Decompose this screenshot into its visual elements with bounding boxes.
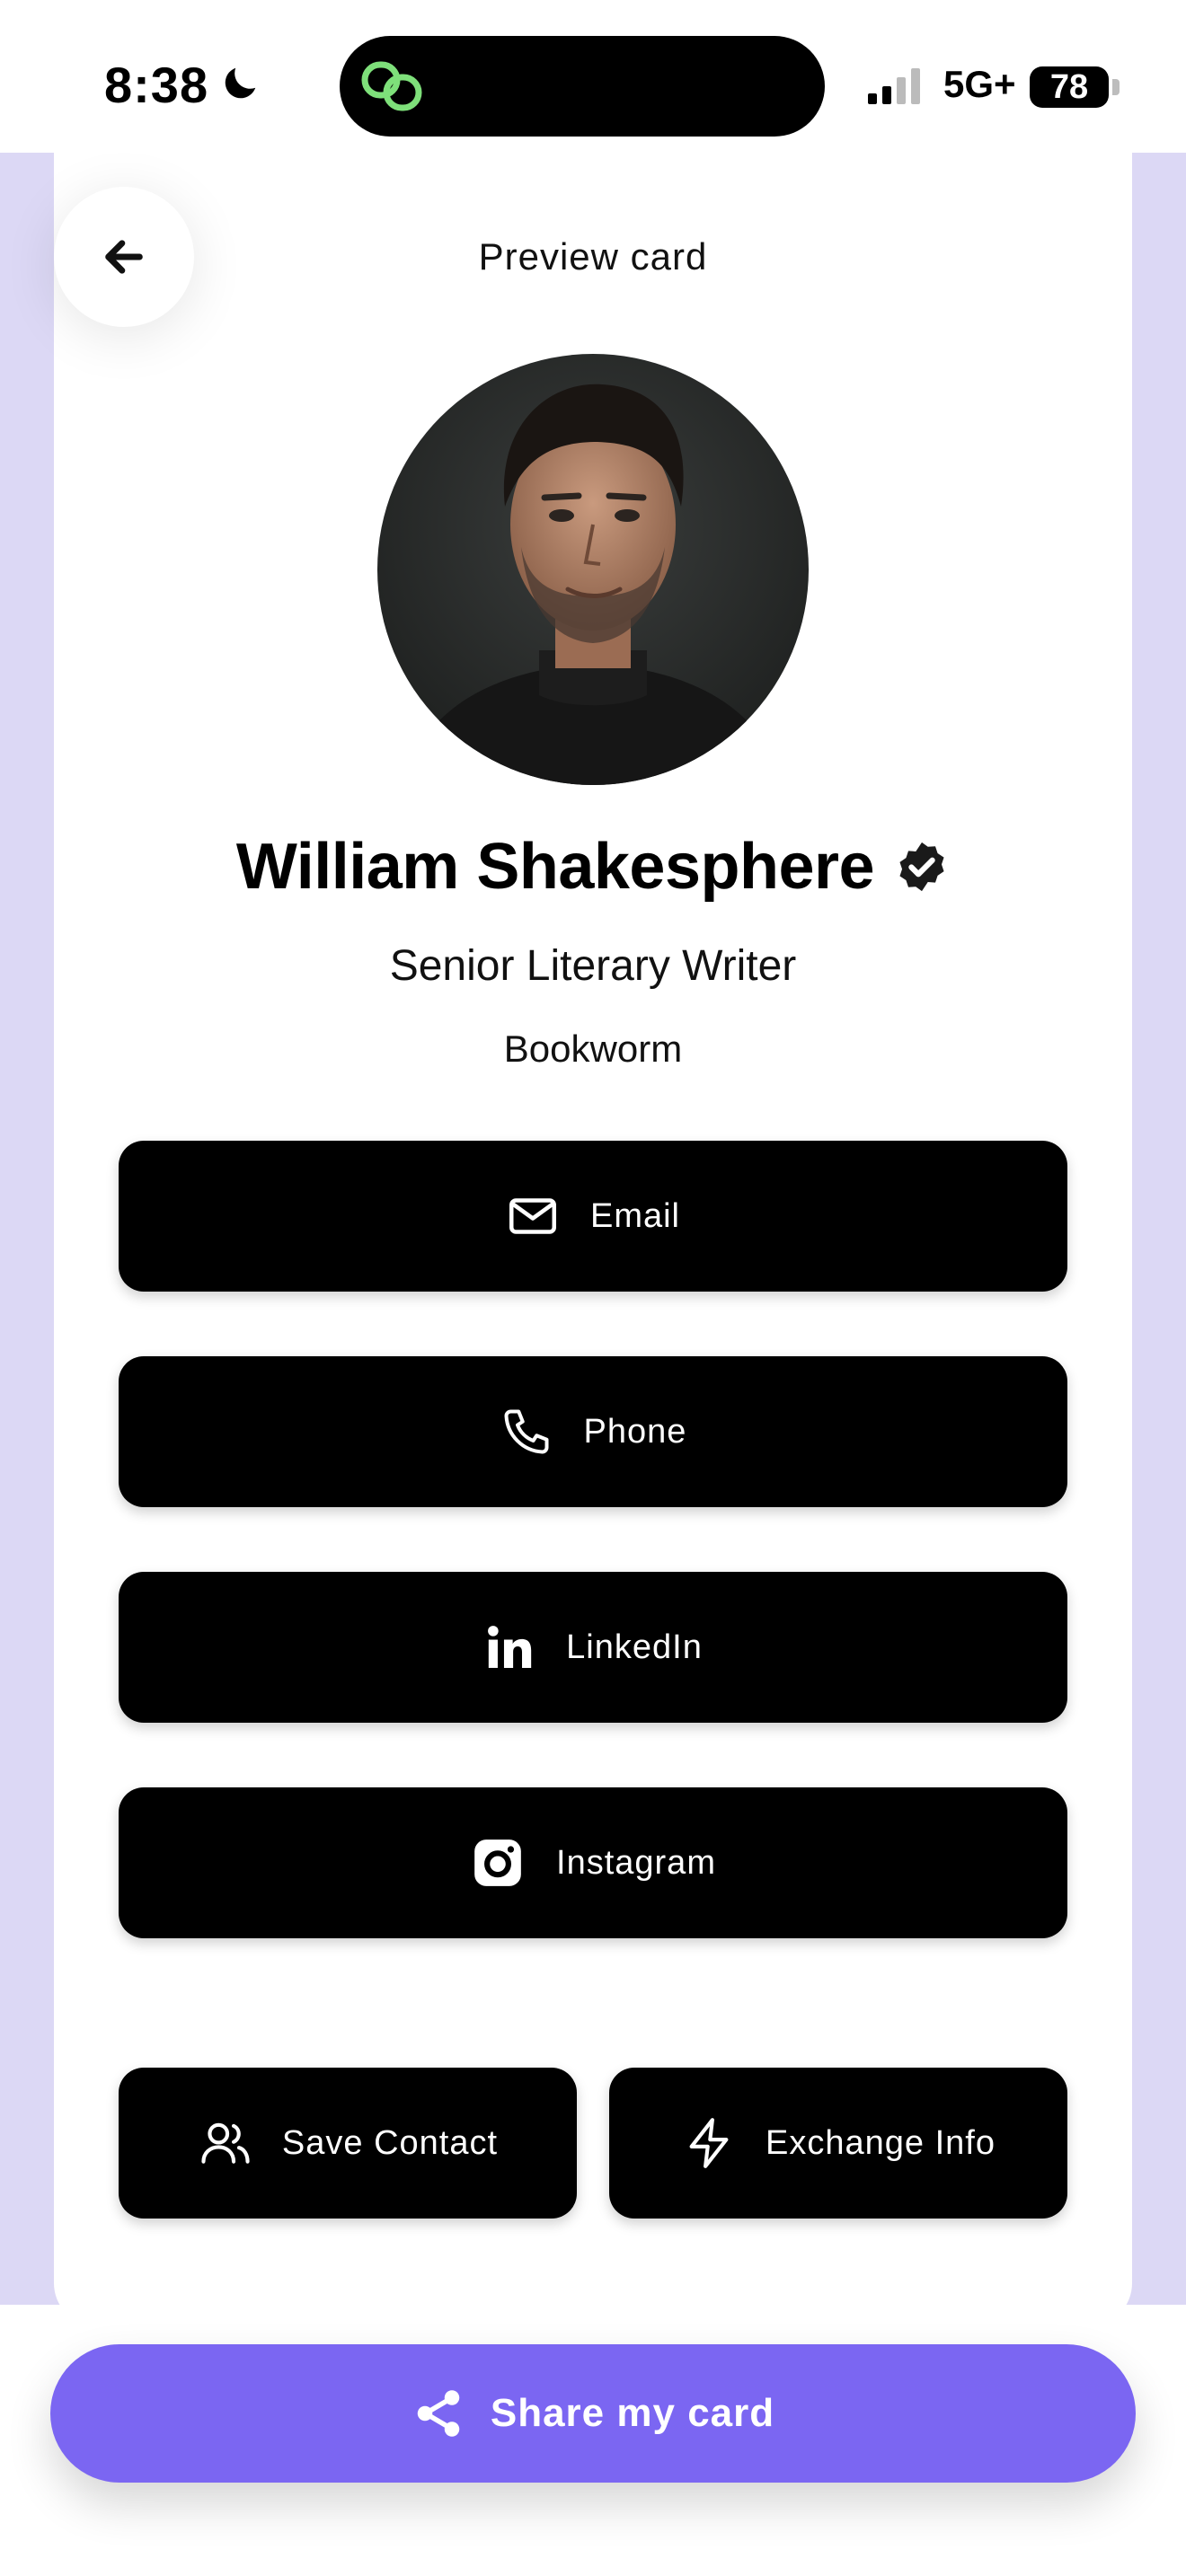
instagram-button[interactable]: Instagram — [119, 1787, 1067, 1938]
app-logo-icon — [361, 61, 422, 111]
share-card-label: Share my card — [490, 2391, 775, 2435]
share-icon — [417, 2390, 460, 2437]
verified-badge-icon — [899, 842, 944, 892]
phone-label: Phone — [583, 1412, 687, 1451]
battery-cap — [1112, 79, 1120, 95]
email-label: Email — [589, 1196, 681, 1235]
battery-indicator: 78 — [1030, 66, 1109, 108]
job-title: Senior Literary Writer — [389, 942, 797, 990]
phone-button[interactable]: Phone — [119, 1356, 1067, 1507]
save-contact-label: Save Contact — [281, 2123, 499, 2162]
email-button[interactable]: Email — [119, 1141, 1067, 1292]
moon-icon — [225, 67, 256, 99]
exchange-info-label: Exchange Info — [766, 2123, 996, 2162]
users-icon — [201, 2122, 250, 2164]
instagram-icon — [474, 1839, 521, 1886]
linkedin-button[interactable]: LinkedIn — [119, 1572, 1067, 1723]
share-card-button[interactable]: Share my card — [50, 2344, 1136, 2483]
profile-name: William Shakesphere — [235, 831, 875, 903]
name-row: William Shakesphere — [0, 826, 1186, 907]
exchange-info-button[interactable]: Exchange Info — [609, 2068, 1067, 2219]
linkedin-icon — [488, 1626, 532, 1668]
save-contact-button[interactable]: Save Contact — [119, 2068, 577, 2219]
mail-icon — [509, 1198, 556, 1234]
lightning-icon — [689, 2118, 729, 2168]
instagram-label: Instagram — [556, 1843, 716, 1882]
avatar — [377, 354, 809, 785]
linkedin-label: LinkedIn — [566, 1628, 703, 1666]
tagline: Bookworm — [503, 1028, 683, 1070]
status-time: 8:38 — [104, 57, 209, 113]
network-label: 5G+ — [943, 63, 1016, 105]
signal-icon — [868, 68, 920, 104]
phone-icon — [504, 1409, 549, 1454]
page-title: Preview card — [478, 235, 708, 278]
